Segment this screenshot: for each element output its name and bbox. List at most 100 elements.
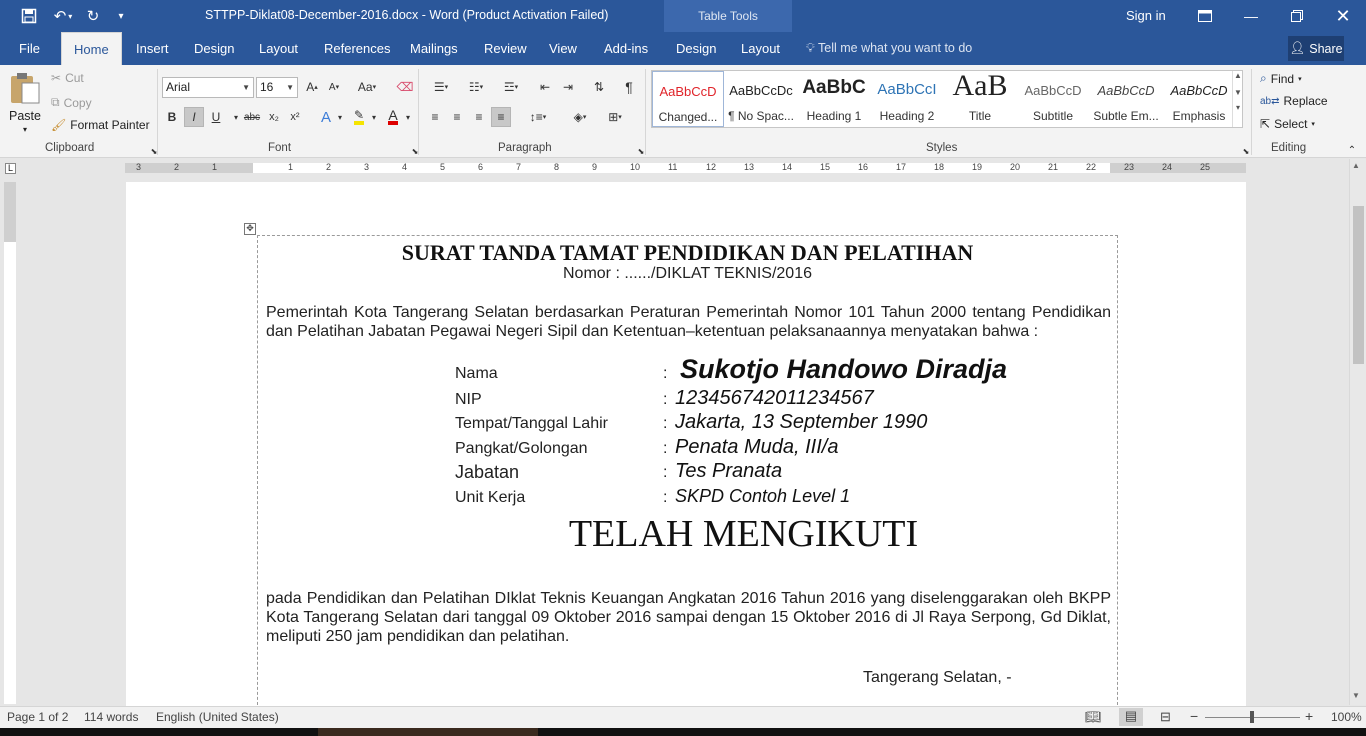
tab-view[interactable]: View (545, 32, 581, 65)
strikethrough-button[interactable]: abc (241, 107, 263, 127)
vertical-ruler[interactable] (4, 182, 16, 704)
tab-table-design[interactable]: Design (672, 32, 720, 65)
tab-design[interactable]: Design (190, 32, 238, 65)
paragraph-launcher-icon[interactable]: ⬊ (631, 141, 651, 161)
format-painter-button[interactable]: 🖌︎ Format Painter (51, 118, 150, 132)
undo-icon[interactable]: ↶ ▾ (48, 6, 78, 26)
copy-button[interactable]: ⧉ Copy (51, 95, 92, 110)
document-table[interactable]: SURAT TANDA TAMAT PENDIDIKAN DAN PELATIH… (257, 235, 1118, 715)
paste-button[interactable]: Paste ▾ (6, 69, 44, 137)
scroll-up-icon[interactable]: ▲ (1352, 161, 1360, 170)
ribbon-display-options-icon[interactable] (1188, 4, 1222, 28)
clear-formatting-icon[interactable]: ⌫ (395, 77, 415, 97)
chevron-down-icon[interactable]: ▾ (402, 107, 414, 127)
chevron-down-icon[interactable]: ▼ (1233, 88, 1243, 97)
restore-icon[interactable] (1280, 4, 1314, 28)
italic-button[interactable]: I (184, 107, 204, 127)
ruler-bar[interactable]: 3 2 1 1 2 3 4 5 6 7 8 9 10 11 12 13 14 15 16 17 18 19 20 21 22 23… (125, 162, 1246, 173)
multilevel-list-icon[interactable]: ☲ ▾ (495, 77, 527, 97)
redo-icon[interactable]: ↻ (82, 6, 104, 26)
font-color-icon[interactable]: A (383, 107, 403, 127)
tab-review[interactable]: Review (480, 32, 531, 65)
replace-button[interactable]: ab⇄ Replace (1260, 94, 1328, 108)
grow-font-icon[interactable]: A ▴ (302, 77, 322, 97)
zoom-level[interactable]: 100% (1331, 710, 1362, 724)
gallery-scroll[interactable]: ▲ ▼ ▾ (1232, 71, 1243, 127)
change-case-icon[interactable]: Aa ▾ (353, 77, 381, 97)
tab-layout[interactable]: Layout (255, 32, 302, 65)
decrease-indent-icon[interactable]: ⇤ (535, 77, 555, 97)
style-no-spacing[interactable]: AaBbCcDc ¶ No Spac... (725, 71, 797, 127)
zoom-slider-thumb[interactable] (1250, 711, 1254, 723)
share-button[interactable]: 👤︎ Share (1288, 36, 1344, 61)
style-title[interactable]: AaB Title (944, 71, 1016, 127)
zoom-in-icon[interactable]: + (1305, 708, 1313, 724)
bold-button[interactable]: B (162, 107, 182, 127)
align-left-icon[interactable]: ≡ (425, 107, 445, 127)
tab-home[interactable]: Home (61, 32, 122, 65)
line-spacing-icon[interactable]: ↕≡ ▾ (524, 107, 552, 127)
cut-button[interactable]: ✂ Cut (51, 71, 84, 85)
style-emphasis[interactable]: AaBbCcD Emphasis (1163, 71, 1235, 127)
align-right-icon[interactable]: ≡ (469, 107, 489, 127)
style-subtle-emphasis[interactable]: AaBbCcD Subtle Em... (1090, 71, 1162, 127)
web-layout-icon[interactable]: ⊟ (1160, 709, 1171, 725)
font-launcher-icon[interactable]: ⬊ (405, 141, 425, 161)
chevron-down-icon[interactable]: ▾ (334, 107, 346, 127)
show-marks-icon[interactable]: ¶ (619, 77, 639, 97)
font-size-combo[interactable]: 16 ▼ (256, 77, 298, 98)
document-page[interactable]: ✥ SURAT TANDA TAMAT PENDIDIKAN DAN PELAT… (126, 182, 1246, 715)
print-layout-icon[interactable]: ▤ (1119, 708, 1143, 726)
select-button[interactable]: ⇱ Select ▾ (1260, 117, 1315, 131)
bullets-icon[interactable]: ☰ ▾ (425, 77, 457, 97)
align-center-icon[interactable]: ≡ (447, 107, 467, 127)
tab-file[interactable]: File (15, 32, 44, 65)
numbering-icon[interactable]: ☷ ▾ (460, 77, 492, 97)
tab-insert[interactable]: Insert (132, 32, 173, 65)
subscript-button[interactable]: x₂ (264, 107, 284, 127)
increase-indent-icon[interactable]: ⇥ (558, 77, 578, 97)
sort-icon[interactable]: ⇅ (589, 77, 609, 97)
style-heading-1[interactable]: AaBbC Heading 1 (798, 71, 870, 127)
sign-in-link[interactable]: Sign in (1126, 8, 1166, 23)
close-icon[interactable]: ✕ (1326, 4, 1360, 28)
underline-button[interactable]: U (206, 107, 226, 127)
shrink-font-icon[interactable]: A ▾ (324, 77, 344, 97)
chevron-up-icon[interactable]: ▲ (1233, 71, 1243, 80)
shading-icon[interactable]: ◈ ▾ (565, 107, 595, 127)
highlight-icon[interactable]: ✎ (349, 107, 369, 127)
zoom-out-icon[interactable]: − (1190, 708, 1198, 724)
justify-icon[interactable]: ≡ (491, 107, 511, 127)
word-count[interactable]: 114 words (84, 710, 138, 724)
clipboard-launcher-icon[interactable]: ⬊ (144, 141, 164, 161)
minimize-icon[interactable]: — (1234, 4, 1268, 28)
tab-add-ins[interactable]: Add-ins (600, 32, 652, 65)
tab-mailings[interactable]: Mailings (406, 32, 462, 65)
superscript-button[interactable]: x² (285, 107, 305, 127)
chevron-down-icon[interactable]: ▾ (368, 107, 380, 127)
table-move-handle-icon[interactable]: ✥ (244, 223, 256, 235)
style-heading-2[interactable]: AaBbCcI Heading 2 (871, 71, 943, 127)
language-status[interactable]: English (United States) (156, 710, 279, 724)
styles-launcher-icon[interactable]: ⬊ (1236, 141, 1256, 161)
tab-selector-icon[interactable]: L (5, 163, 16, 174)
customize-qat-icon[interactable]: ▾ (112, 6, 130, 26)
scroll-thumb[interactable] (1353, 206, 1364, 364)
style-subtitle[interactable]: AaBbCcD Subtitle (1017, 71, 1089, 127)
scroll-down-icon[interactable]: ▼ (1352, 691, 1360, 700)
collapse-ribbon-icon[interactable]: ⌃ (1342, 140, 1362, 160)
tab-references[interactable]: References (320, 32, 394, 65)
gallery-more-icon[interactable]: ▾ (1233, 103, 1243, 112)
font-name-combo[interactable]: Arial ▼ (162, 77, 254, 98)
tell-me-box[interactable]: 💡︎ Tell me what you want to do (806, 32, 972, 65)
find-button[interactable]: ⌕ Find ▾ (1260, 71, 1302, 86)
tab-table-layout[interactable]: Layout (737, 32, 784, 65)
borders-icon[interactable]: ⊞ ▾ (600, 107, 630, 127)
paste-dropdown-icon[interactable]: ▾ (6, 125, 44, 134)
vertical-scrollbar[interactable]: ▲ ▼ (1349, 159, 1366, 705)
read-mode-icon[interactable]: 📖︎ (1085, 709, 1102, 725)
page-count[interactable]: Page 1 of 2 (7, 710, 68, 724)
save-icon[interactable] (18, 6, 40, 26)
style-changed[interactable]: AaBbCcD Changed... (652, 71, 724, 127)
text-effects-icon[interactable]: A (316, 107, 336, 127)
